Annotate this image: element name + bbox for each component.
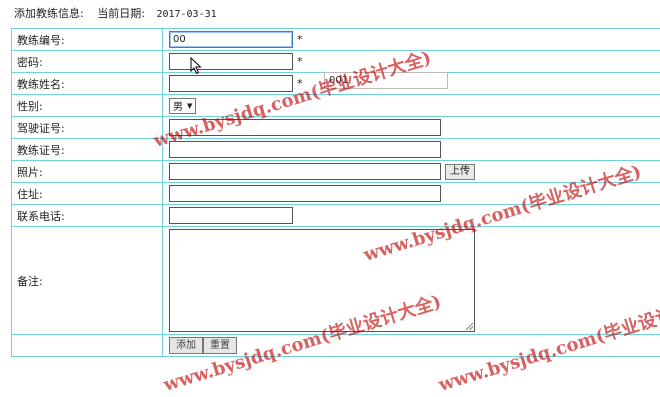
address-label: 住址: [12, 183, 163, 205]
photo-path-input[interactable] [169, 163, 441, 180]
submit-button[interactable]: 添加 [169, 337, 203, 354]
phone-input[interactable] [169, 207, 293, 224]
gender-selected-value: 男 [173, 98, 183, 113]
actions-label-cell [12, 335, 163, 357]
row-photo: 照片: 上传 [12, 161, 660, 183]
password-required-mark: * [297, 55, 303, 68]
coach-id-input[interactable]: 00 [169, 31, 293, 48]
date-value: 2017-03-31 [156, 9, 216, 20]
coach-license-input[interactable] [169, 141, 441, 158]
row-coach-id: 教练编号: 00 * [12, 29, 660, 51]
password-input[interactable] [169, 53, 293, 70]
reset-button[interactable]: 重置 [203, 337, 237, 354]
gender-select[interactable]: 男 ▼ [169, 98, 196, 114]
row-driver-license: 驾驶证号: [12, 117, 660, 139]
coach-form-table: 教练编号: 00 * 密码: * 001 教练姓名: * 性别: 男 ▼ 驾驶证号… [11, 28, 660, 357]
row-password: 密码: * 001 [12, 51, 660, 73]
row-address: 住址: [12, 183, 660, 205]
row-coach-license: 教练证号: [12, 139, 660, 161]
gender-label: 性别: [12, 95, 163, 117]
coach-name-label: 教练姓名: [12, 73, 163, 95]
coach-name-required-mark: * [297, 77, 303, 90]
row-remarks: 备注: [12, 227, 660, 335]
address-input[interactable] [169, 185, 441, 202]
row-phone: 联系电话: [12, 205, 660, 227]
resize-grip-icon[interactable] [466, 323, 473, 330]
phone-label: 联系电话: [12, 205, 163, 227]
upload-button[interactable]: 上传 [445, 164, 475, 180]
page-header: 添加教练信息: 当前日期: 2017-03-31 [14, 6, 217, 22]
password-label: 密码: [12, 51, 163, 73]
driver-license-label: 驾驶证号: [12, 117, 163, 139]
row-actions: 添加重置 [12, 335, 660, 357]
chevron-down-icon: ▼ [187, 102, 192, 110]
coach-id-label: 教练编号: [12, 29, 163, 51]
mouse-pointer-icon [190, 57, 204, 75]
remarks-textarea[interactable] [169, 229, 475, 332]
coach-id-required-mark: * [297, 33, 303, 46]
date-label: 当前日期: [97, 7, 145, 20]
remarks-label: 备注: [12, 227, 163, 335]
driver-license-input[interactable] [169, 119, 441, 136]
page-title: 添加教练信息: [14, 7, 84, 20]
row-coach-name: 教练姓名: * [12, 73, 660, 95]
coach-name-input[interactable] [169, 75, 293, 92]
photo-label: 照片: [12, 161, 163, 183]
row-gender: 性别: 男 ▼ [12, 95, 660, 117]
coach-license-label: 教练证号: [12, 139, 163, 161]
